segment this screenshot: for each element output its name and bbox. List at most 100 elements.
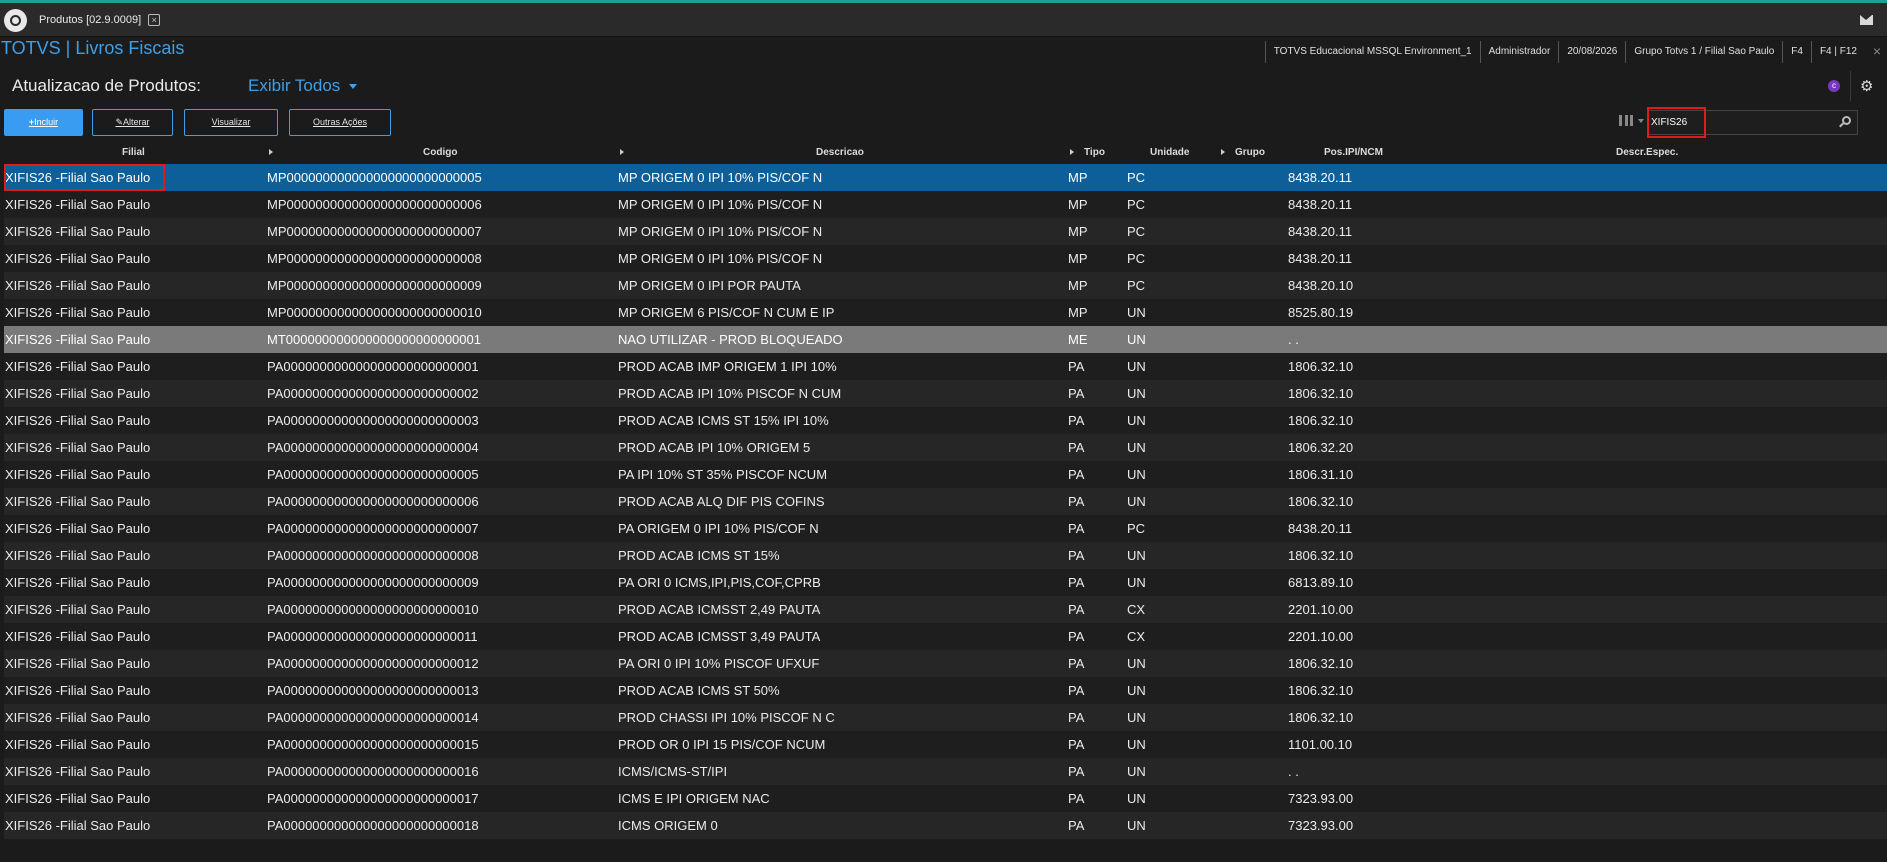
cell-codigo: PA000000000000000000000000014 [267, 710, 479, 725]
cell-tipo: MP [1068, 305, 1088, 320]
c-badge-icon[interactable]: c [1828, 80, 1840, 92]
cell-codigo: PA000000000000000000000000011 [267, 629, 478, 644]
table-row[interactable]: XIFIS26 -Filial Sao Paulo MP0000000000000… [4, 191, 1887, 218]
cell-pos-ipi-ncm: 8438.20.11 [1288, 224, 1353, 239]
table-row[interactable]: XIFIS26 -Filial Sao Paulo PA0000000000000… [4, 380, 1887, 407]
sort-icon[interactable] [1221, 149, 1225, 155]
table-row[interactable]: XIFIS26 -Filial Sao Paulo PA0000000000000… [4, 758, 1887, 785]
table-row[interactable]: XIFIS26 -Filial Sao Paulo MP0000000000000… [4, 164, 1887, 191]
table-row[interactable]: XIFIS26 -Filial Sao Paulo PA0000000000000… [4, 488, 1887, 515]
env-user[interactable]: Administrador [1479, 41, 1559, 63]
environment-bar: TOTVS Educacional MSSQL Environment_1 Ad… [1264, 41, 1865, 63]
table-row[interactable]: XIFIS26 -Filial Sao Paulo PA0000000000000… [4, 407, 1887, 434]
cell-tipo: PA [1068, 818, 1085, 833]
cell-pos-ipi-ncm: 8438.20.10 [1288, 278, 1354, 293]
view-filter-select[interactable]: Exibir Todos [248, 76, 340, 96]
cell-filial: XIFIS26 -Filial Sao Paulo [5, 494, 151, 509]
cell-pos-ipi-ncm: 1806.32.20 [1288, 440, 1354, 455]
column-header-filial[interactable]: Filial [122, 141, 145, 164]
table-row[interactable]: XIFIS26 -Filial Sao Paulo PA0000000000000… [4, 812, 1887, 839]
table-row[interactable]: XIFIS26 -Filial Sao Paulo PA0000000000000… [4, 353, 1887, 380]
table-row[interactable]: XIFIS26 -Filial Sao Paulo MP0000000000000… [4, 272, 1887, 299]
cell-filial: XIFIS26 -Filial Sao Paulo [5, 764, 151, 779]
outras-acoes-button[interactable]: Outras Ações [289, 109, 391, 136]
close-icon[interactable]: × [148, 14, 161, 27]
chevron-down-icon[interactable] [349, 84, 357, 89]
cell-filial: XIFIS26 -Filial Sao Paulo [5, 467, 151, 482]
cell-filial: XIFIS26 -Filial Sao Paulo [5, 413, 151, 428]
table-row[interactable]: XIFIS26 -Filial Sao Paulo PA0000000000000… [4, 623, 1887, 650]
table-row[interactable]: XIFIS26 -Filial Sao Paulo PA0000000000000… [4, 461, 1887, 488]
cell-descricao: PA IPI 10% ST 35% PISCOF NCUM [618, 467, 828, 482]
cell-codigo: PA000000000000000000000000010 [267, 602, 479, 617]
sort-icon[interactable] [1070, 149, 1074, 155]
cell-filial: XIFIS26 -Filial Sao Paulo [5, 656, 151, 671]
column-header-tipo[interactable]: Tipo [1084, 141, 1105, 164]
incluir-button[interactable]: +Incluir [4, 109, 83, 136]
table-row[interactable]: XIFIS26 -Filial Sao Paulo PA0000000000000… [4, 677, 1887, 704]
env-company[interactable]: Grupo Totvs 1 / Filial Sao Paulo [1625, 41, 1782, 63]
env-f4-f12[interactable]: F4 | F12 [1810, 41, 1865, 63]
column-header-codigo[interactable]: Codigo [423, 141, 457, 164]
totvs-logo-icon[interactable] [4, 9, 27, 32]
sort-icon[interactable] [269, 149, 273, 155]
cell-codigo: PA000000000000000000000000007 [267, 521, 479, 536]
mail-icon[interactable] [1860, 15, 1873, 25]
search-input[interactable] [1651, 114, 1821, 131]
table-row[interactable]: XIFIS26 -Filial Sao Paulo PA0000000000000… [4, 434, 1887, 461]
table-row[interactable]: XIFIS26 -Filial Sao Paulo PA0000000000000… [4, 569, 1887, 596]
gear-icon[interactable]: ⚙ [1860, 77, 1873, 95]
cell-pos-ipi-ncm: 6813.89.10 [1288, 575, 1354, 590]
cell-filial: XIFIS26 -Filial Sao Paulo [5, 548, 151, 563]
cell-tipo: PA [1068, 467, 1085, 482]
table-row[interactable]: XIFIS26 -Filial Sao Paulo PA0000000000000… [4, 515, 1887, 542]
sort-icon[interactable] [620, 149, 624, 155]
grid-columns-icon[interactable] [1619, 115, 1633, 126]
table-row[interactable]: XIFIS26 -Filial Sao Paulo PA0000000000000… [4, 542, 1887, 569]
env-environment[interactable]: TOTVS Educacional MSSQL Environment_1 [1264, 41, 1480, 63]
table-row[interactable]: XIFIS26 -Filial Sao Paulo PA0000000000000… [4, 704, 1887, 731]
incluir-label: Incluir [34, 117, 59, 127]
cell-descricao: MP ORIGEM 0 IPI 10% PIS/COF N [618, 170, 823, 185]
column-header-unidade[interactable]: Unidade [1150, 141, 1189, 164]
table-row[interactable]: XIFIS26 -Filial Sao Paulo PA0000000000000… [4, 731, 1887, 758]
env-date[interactable]: 20/08/2026 [1558, 41, 1625, 63]
cell-pos-ipi-ncm: 7323.93.00 [1288, 818, 1354, 833]
cell-codigo: PA000000000000000000000000006 [267, 494, 479, 509]
search-icon[interactable] [1842, 116, 1851, 125]
cell-unidade: PC [1127, 224, 1146, 239]
cell-tipo: PA [1068, 683, 1085, 698]
table-row[interactable]: XIFIS26 -Filial Sao Paulo MP0000000000000… [4, 218, 1887, 245]
cell-descricao: MP ORIGEM 6 PIS/COF N CUM E IP [618, 305, 835, 320]
chevron-down-icon[interactable] [1638, 119, 1644, 123]
table-row[interactable]: XIFIS26 -Filial Sao Paulo PA0000000000000… [4, 785, 1887, 812]
cell-descricao: ICMS E IPI ORIGEM NAC [618, 791, 770, 806]
cell-codigo: PA000000000000000000000000013 [267, 683, 479, 698]
table-row[interactable]: XIFIS26 -Filial Sao Paulo MT0000000000000… [4, 326, 1887, 353]
cell-tipo: MP [1068, 251, 1088, 266]
tab-produtos[interactable]: Produtos [02.9.0009] × [33, 8, 166, 32]
env-f4[interactable]: F4 [1782, 41, 1811, 63]
table-row[interactable]: XIFIS26 -Filial Sao Paulo PA0000000000000… [4, 650, 1887, 677]
cell-filial: XIFIS26 -Filial Sao Paulo [5, 278, 151, 293]
column-header-descr-espec[interactable]: Descr.Espec. [1616, 141, 1678, 164]
cell-pos-ipi-ncm: 1806.32.10 [1288, 413, 1354, 428]
alterar-button[interactable]: ✎Alterar [92, 109, 173, 136]
cell-descricao: ICMS ORIGEM 0 [618, 818, 718, 833]
cell-pos-ipi-ncm: 8438.20.11 [1288, 197, 1353, 212]
table-row[interactable]: XIFIS26 -Filial Sao Paulo PA0000000000000… [4, 596, 1887, 623]
cell-tipo: ME [1068, 332, 1088, 347]
cell-descricao: PROD ACAB ICMS ST 15% [618, 548, 780, 563]
cell-pos-ipi-ncm: 1806.32.10 [1288, 656, 1354, 671]
visualizar-button[interactable]: Visualizar [184, 109, 278, 136]
column-header-descricao[interactable]: Descricao [816, 141, 864, 164]
table-row[interactable]: XIFIS26 -Filial Sao Paulo MP0000000000000… [4, 299, 1887, 326]
close-icon[interactable]: × [1873, 43, 1881, 59]
table-row[interactable]: XIFIS26 -Filial Sao Paulo MP0000000000000… [4, 245, 1887, 272]
column-header-grupo[interactable]: Grupo [1235, 141, 1265, 164]
cell-descricao: PROD ACAB IMP ORIGEM 1 IPI 10% [618, 359, 837, 374]
column-header-pos-ipi-ncm[interactable]: Pos.IPI/NCM [1324, 141, 1383, 164]
cell-filial: XIFIS26 -Filial Sao Paulo [5, 521, 151, 536]
app-header: TOTVS | Livros Fiscais TOTVS Educacional… [0, 37, 1887, 69]
cell-pos-ipi-ncm: 1806.32.10 [1288, 359, 1354, 374]
